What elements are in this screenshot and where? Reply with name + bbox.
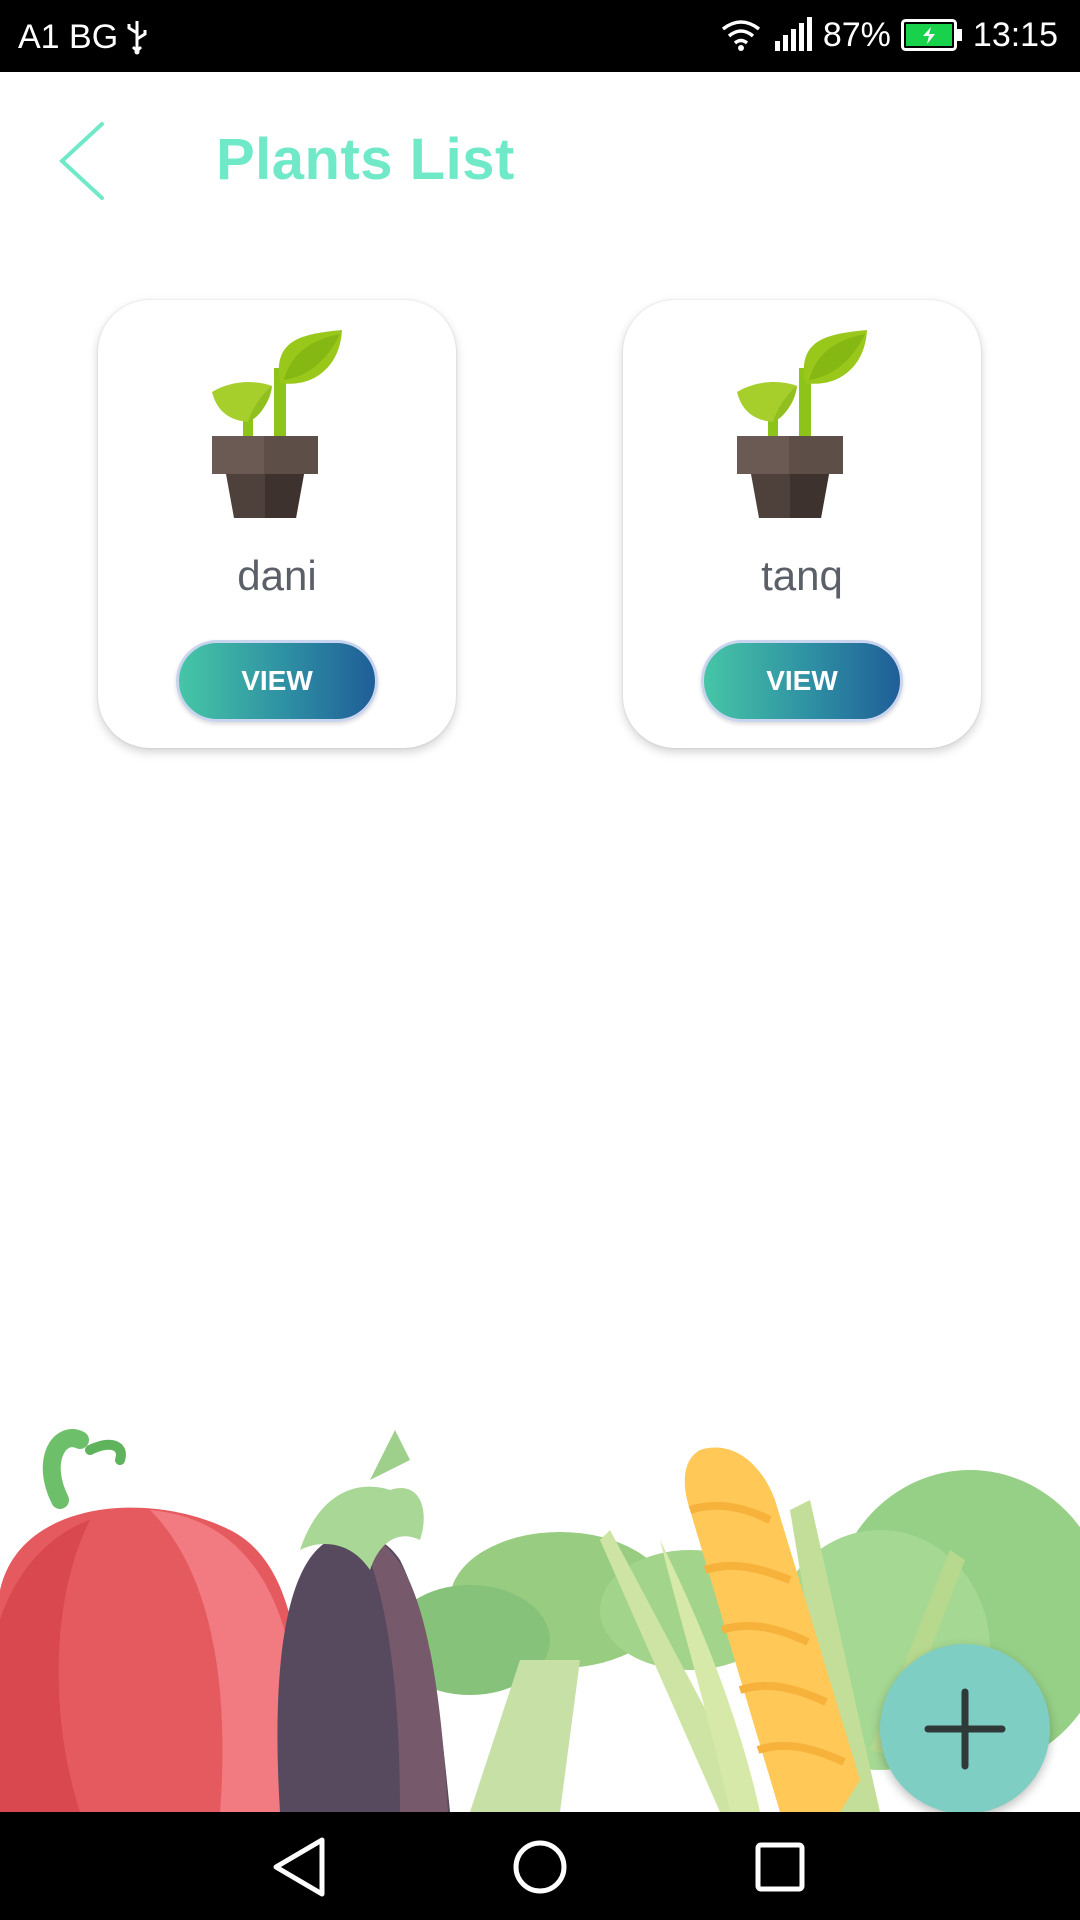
page-title: Plants List <box>216 127 515 192</box>
plus-icon <box>924 1688 1006 1770</box>
add-plant-button[interactable] <box>880 1644 1050 1814</box>
view-button[interactable]: VIEW <box>701 640 903 722</box>
wifi-icon <box>721 20 760 51</box>
plant-name: tanq <box>761 552 843 599</box>
battery-charging-icon <box>900 19 962 51</box>
back-button[interactable] <box>52 116 122 206</box>
bell-pepper <box>0 1429 303 1812</box>
status-bar: A1 BG 87% 13:15 <box>0 0 1080 72</box>
app-bar: Plants List <box>0 72 1080 242</box>
navigation-bar <box>0 1812 1080 1920</box>
back-chevron-icon <box>59 122 104 200</box>
view-button[interactable]: VIEW <box>176 640 378 722</box>
signal-icon <box>774 17 812 51</box>
potted-sprout-icon <box>737 330 867 518</box>
nav-home-icon[interactable] <box>500 1832 580 1902</box>
carrier-label: A1 BG <box>18 18 119 56</box>
plant-card: dani VIEW <box>98 300 456 748</box>
clock: 13:15 <box>972 16 1058 54</box>
nav-back-icon[interactable] <box>260 1832 340 1902</box>
nav-recents-icon[interactable] <box>740 1832 820 1902</box>
potted-sprout-icon <box>212 330 342 518</box>
plant-card: tanq VIEW <box>623 300 981 748</box>
plant-name: dani <box>237 552 317 599</box>
battery-percent: 87% <box>822 16 891 54</box>
usb-icon <box>127 21 147 55</box>
